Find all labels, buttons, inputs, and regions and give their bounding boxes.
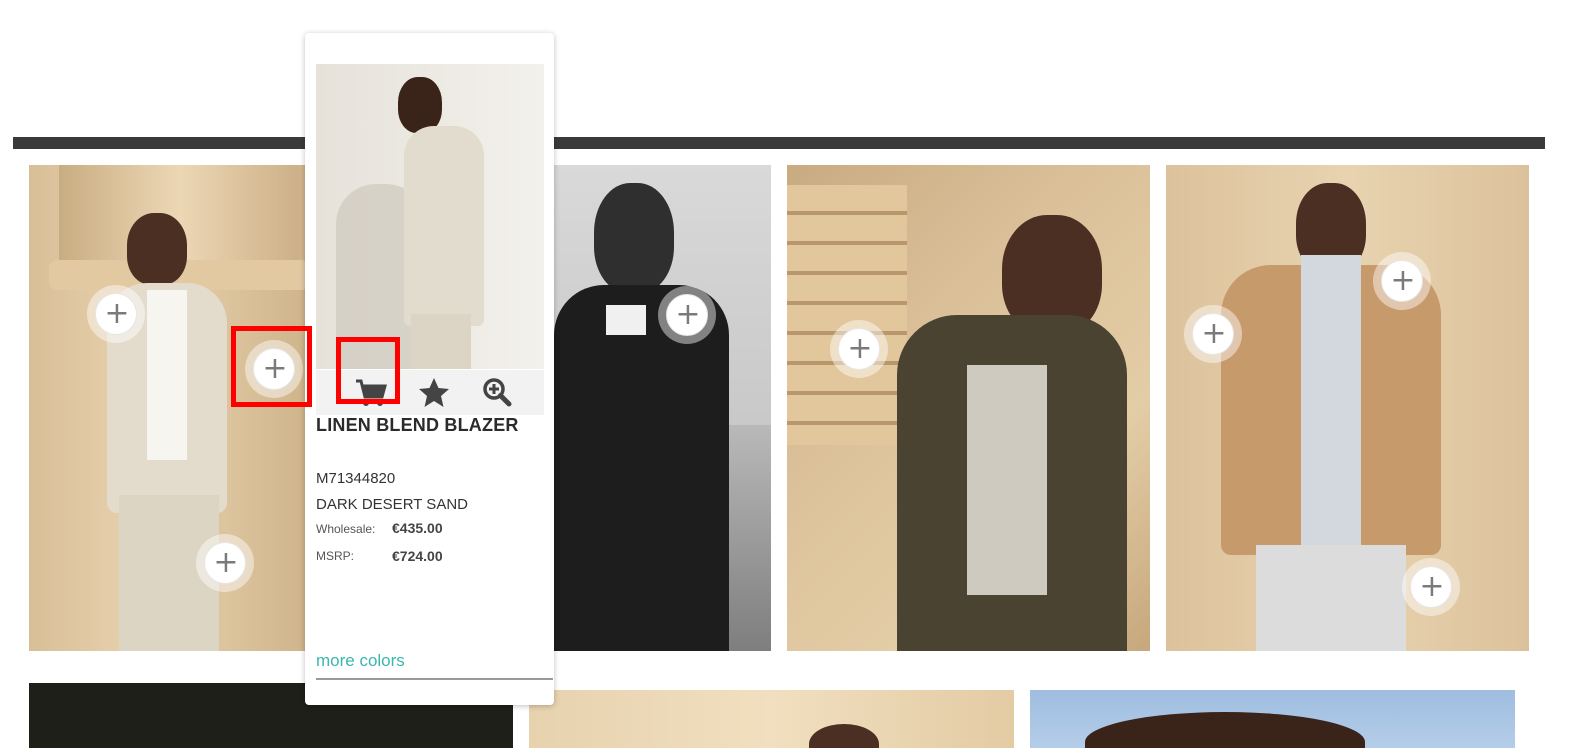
lookbook-photo-6[interactable]	[529, 690, 1014, 748]
plus-circle-icon[interactable]: +	[87, 285, 145, 343]
plus-circle-icon[interactable]: +	[1373, 252, 1431, 310]
plus-circle-icon[interactable]: +	[245, 340, 303, 398]
wholesale-label: Wholesale:	[316, 522, 376, 536]
plus-circle-icon[interactable]: +	[830, 320, 888, 378]
product-action-bar	[316, 370, 544, 415]
plus-circle-icon[interactable]: +	[658, 286, 716, 344]
cart-icon[interactable]	[348, 370, 392, 415]
header-divider-bar	[13, 137, 1545, 149]
product-color: DARK DESERT SAND	[316, 496, 468, 513]
product-quickview-card: LINEN BLEND BLAZER M71344820 DARK DESERT…	[305, 33, 554, 705]
lookbook-photo-4[interactable]	[1166, 165, 1529, 651]
product-name: LINEN BLEND BLAZER	[316, 415, 519, 435]
lookbook-photo-3[interactable]	[787, 165, 1150, 651]
card-divider	[316, 678, 553, 680]
star-icon[interactable]	[412, 370, 456, 415]
lookbook-photo-2[interactable]	[554, 165, 771, 651]
msrp-price: €724.00	[392, 548, 443, 564]
product-image[interactable]	[316, 64, 544, 369]
more-colors-link[interactable]: more colors	[316, 651, 405, 671]
plus-circle-icon[interactable]: +	[1402, 558, 1460, 616]
lookbook-photo-1[interactable]	[29, 165, 309, 651]
product-sku: M71344820	[316, 470, 396, 487]
zoom-in-icon[interactable]	[476, 370, 520, 415]
wholesale-price: €435.00	[392, 520, 443, 536]
plus-circle-icon[interactable]: +	[1184, 305, 1242, 363]
msrp-label: MSRP:	[316, 549, 355, 563]
lookbook-photo-7[interactable]	[1030, 690, 1515, 748]
plus-circle-icon[interactable]: +	[196, 534, 254, 592]
